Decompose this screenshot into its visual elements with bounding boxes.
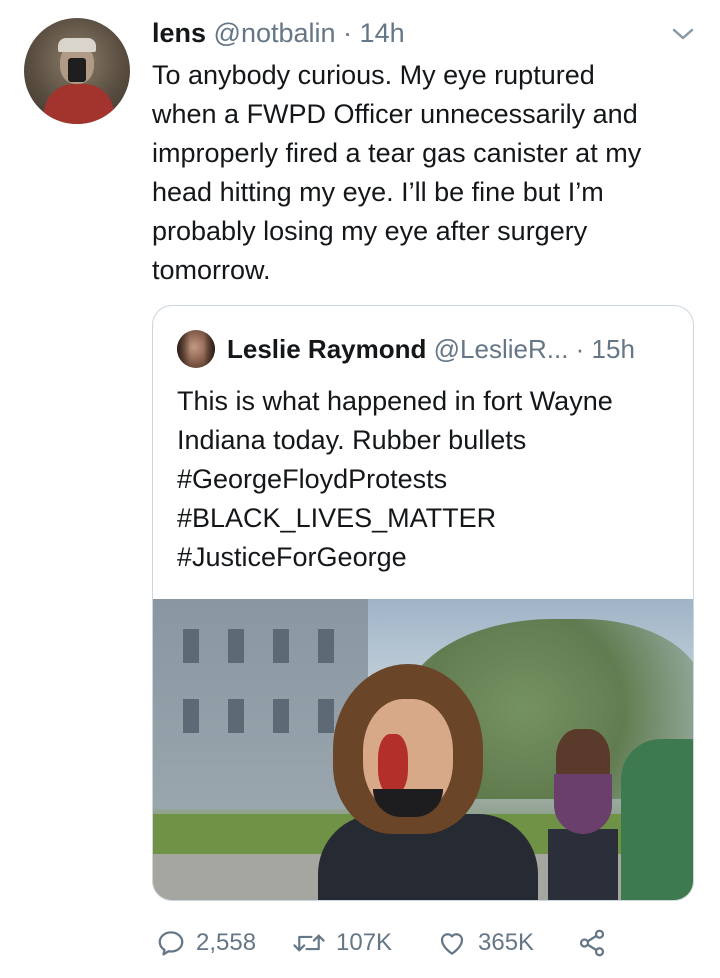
- author-handle[interactable]: @notbalin: [214, 18, 336, 48]
- quoted-tweet-header: Leslie Raymond @LeslieR... · 15h: [227, 330, 673, 368]
- reply-button[interactable]: 2,558: [156, 920, 256, 966]
- quoted-tweet-time: 15h: [591, 334, 635, 364]
- share-icon: [579, 929, 605, 957]
- tweet-header: lens @notbalin · 14h: [152, 16, 696, 50]
- reply-icon: [158, 931, 184, 956]
- tweet-text: To anybody curious. My eye ruptured when…: [152, 60, 642, 285]
- heart-icon: [440, 933, 464, 955]
- quoted-author-handle: @LeslieR...: [433, 334, 569, 364]
- author-name[interactable]: lens: [152, 18, 206, 48]
- quoted-separator-dot: ·: [568, 334, 592, 364]
- chevron-down-icon[interactable]: [670, 24, 696, 44]
- quoted-tweet-text: This is what happened in fort Wayne Indi…: [177, 386, 613, 572]
- photo-masked-protester: [548, 729, 618, 900]
- tweet-actions: 2,558 107K 365K: [152, 920, 696, 966]
- retweet-button[interactable]: 107K: [292, 920, 392, 966]
- quoted-author-avatar: [177, 330, 215, 368]
- share-button[interactable]: [576, 920, 618, 966]
- retweet-count: 107K: [336, 929, 393, 956]
- photo-bystander: [621, 739, 693, 900]
- quoted-author-name: Leslie Raymond: [227, 334, 427, 364]
- quoted-tweet-photo[interactable]: [153, 599, 693, 900]
- retweet-icon: [293, 934, 325, 952]
- tweet-time[interactable]: 14h: [360, 18, 405, 48]
- author-avatar[interactable]: [24, 18, 130, 124]
- reply-count: 2,558: [196, 929, 257, 956]
- photo-injured-protester: [318, 664, 538, 900]
- like-button[interactable]: 365K: [436, 920, 534, 966]
- separator-dot: ·: [335, 18, 360, 48]
- quoted-tweet-card[interactable]: Leslie Raymond @LeslieR... · 15h This is…: [152, 305, 694, 901]
- like-count: 365K: [478, 929, 535, 956]
